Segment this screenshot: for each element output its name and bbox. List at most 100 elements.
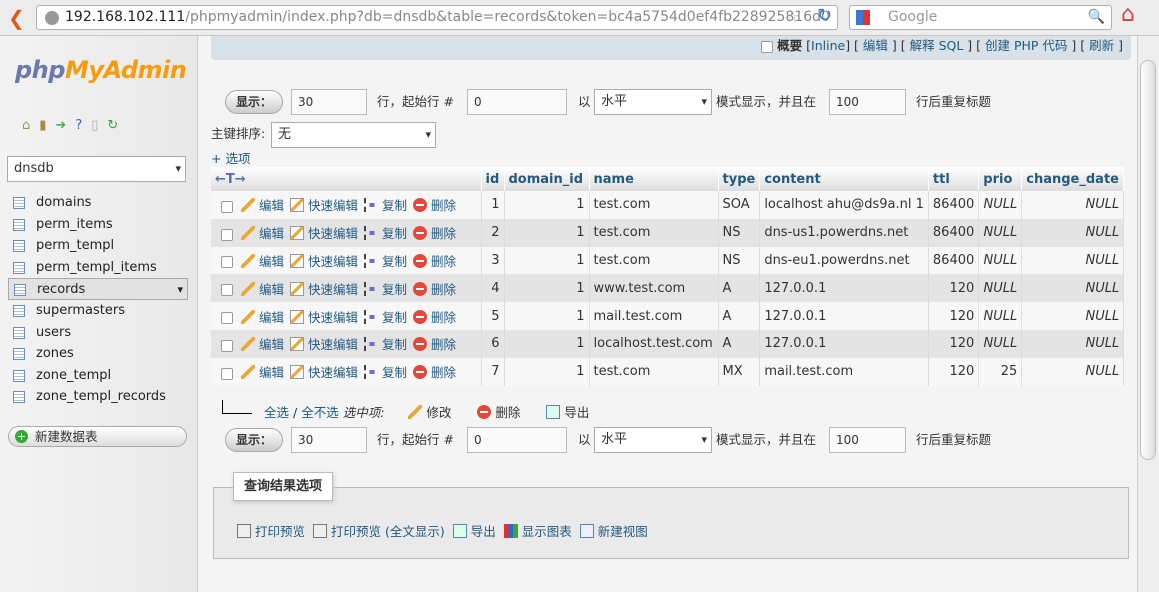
rows-input[interactable]: 30 [291, 89, 367, 115]
display-chart-link[interactable]: 显示图表 [503, 521, 572, 540]
create-php-code-link[interactable]: 创建 PHP 代码 [985, 38, 1067, 53]
column-header-ttl[interactable]: ttl [928, 167, 980, 191]
edit-link[interactable]: 编辑 [241, 226, 284, 241]
sidebar-item-perm-items[interactable]: perm_items [8, 214, 188, 236]
quick-edit-link[interactable]: 快速编辑 [290, 337, 358, 352]
search-input[interactable]: Google 🔍 [849, 5, 1112, 30]
cell-change-date[interactable]: NULL [1021, 329, 1125, 358]
cell-name[interactable]: mail.test.com [589, 302, 719, 330]
cell-content[interactable]: localhost ahu@ds9a.nl 1 [759, 191, 929, 219]
cell-content[interactable]: 127.0.0.1 [759, 302, 929, 330]
reload-icon[interactable]: ↻ [817, 5, 832, 26]
rows-input-bottom[interactable]: 30 [291, 427, 367, 453]
column-header-prio[interactable]: prio [978, 167, 1023, 191]
create-view-link[interactable]: 新建视图 [579, 521, 648, 540]
sidebar-item-zones[interactable]: zones [8, 343, 188, 365]
sidebar-item-perm-templ[interactable]: perm_templ [8, 235, 188, 257]
cell-domain-id[interactable]: 1 [504, 191, 590, 219]
cell-change-date[interactable]: NULL [1021, 302, 1125, 330]
cell-prio[interactable]: NULL [978, 329, 1023, 358]
cell-type[interactable]: A [718, 274, 761, 303]
column-header-change-date[interactable]: change_date [1021, 167, 1125, 191]
quick-edit-link[interactable]: 快速编辑 [290, 198, 358, 213]
print-view-full-link[interactable]: 打印预览 (全文显示) [313, 521, 445, 540]
cell-ttl[interactable]: 86400 [928, 246, 980, 275]
delete-link[interactable]: 删除 [413, 198, 456, 213]
logout-icon[interactable]: ▮ [39, 118, 46, 133]
row-checkbox[interactable] [221, 256, 233, 269]
quick-edit-link[interactable]: 快速编辑 [290, 226, 358, 241]
row-checkbox[interactable] [221, 367, 233, 380]
cell-content[interactable]: 127.0.0.1 [759, 274, 929, 303]
display-mode-select[interactable]: 水平 [594, 89, 712, 115]
repeat-headers-input[interactable]: 100 [829, 89, 906, 115]
database-select[interactable]: dnsdb [7, 156, 186, 182]
cell-name[interactable]: www.test.com [589, 274, 719, 303]
edit-link[interactable]: 编辑 [241, 309, 284, 325]
check-all-link[interactable]: 全选 [264, 405, 289, 420]
home-icon[interactable]: ⌂ [22, 118, 30, 133]
search-icon[interactable]: 🔍 [1088, 6, 1105, 29]
cell-prio[interactable]: NULL [978, 191, 1023, 219]
export-link[interactable]: 导出 [452, 521, 496, 540]
repeat-headers-input-bottom[interactable]: 100 [829, 427, 906, 453]
home-icon[interactable]: ⌂ [1121, 2, 1135, 27]
cell-prio[interactable]: NULL [978, 218, 1023, 247]
inline-edit-link[interactable]: Inline [811, 38, 845, 53]
delete-link[interactable]: 删除 [413, 226, 456, 241]
cell-ttl[interactable]: 120 [928, 274, 980, 303]
column-header-type[interactable]: type [718, 167, 761, 191]
cell-type[interactable]: A [718, 302, 761, 330]
sidebar-item-supermasters[interactable]: supermasters [8, 300, 188, 322]
docs-icon[interactable]: ▯ [91, 118, 98, 133]
cell-type[interactable]: MX [718, 357, 761, 386]
row-checkbox[interactable] [221, 228, 233, 241]
column-resize-handle[interactable]: ←T→ [211, 167, 482, 191]
cell-ttl[interactable]: 120 [928, 329, 980, 358]
column-header-name[interactable]: name [589, 167, 719, 191]
copy-link[interactable]: 复制 [364, 281, 407, 297]
cell-content[interactable]: dns-eu1.powerdns.net [759, 246, 929, 275]
bookmark-star-icon[interactable]: ☆ [785, 7, 799, 26]
show-button[interactable]: 显示： [225, 90, 284, 114]
cell-id[interactable]: 6 [481, 329, 505, 358]
cell-name[interactable]: test.com [589, 191, 719, 219]
explain-sql-link[interactable]: 解释 SQL [910, 38, 964, 53]
cell-type[interactable]: NS [718, 218, 761, 247]
uncheck-all-link[interactable]: 全不选 [301, 405, 339, 420]
cell-content[interactable]: 127.0.0.1 [759, 329, 929, 358]
column-header-content[interactable]: content [759, 167, 929, 191]
cell-ttl[interactable]: 86400 [928, 191, 980, 219]
copy-link[interactable]: 复制 [364, 365, 407, 380]
cell-prio[interactable]: NULL [978, 246, 1023, 275]
delete-link[interactable]: 删除 [413, 365, 456, 380]
cell-prio[interactable]: NULL [978, 302, 1023, 330]
new-table-button[interactable]: + 新建数据表 [8, 426, 187, 447]
start-row-input[interactable]: 0 [467, 89, 567, 115]
cell-domain-id[interactable]: 1 [504, 302, 590, 330]
profiling-checkbox[interactable] [761, 40, 774, 53]
cell-domain-id[interactable]: 1 [504, 329, 590, 358]
cell-id[interactable]: 4 [481, 274, 505, 303]
reload-icon[interactable]: ↻ [107, 118, 118, 133]
row-checkbox[interactable] [221, 200, 233, 213]
delete-link[interactable]: 删除 [413, 281, 456, 297]
cell-id[interactable]: 5 [481, 302, 505, 330]
cell-id[interactable]: 2 [481, 218, 505, 247]
show-button-bottom[interactable]: 显示： [225, 428, 284, 452]
copy-link[interactable]: 复制 [364, 198, 407, 213]
sort-select[interactable]: 无 [271, 122, 436, 148]
print-view-link[interactable]: 打印预览 [237, 521, 305, 540]
cell-id[interactable]: 7 [481, 357, 505, 386]
cell-domain-id[interactable]: 1 [504, 246, 590, 275]
bulk-change-button[interactable]: 修改 [408, 405, 451, 420]
sidebar-item-zone-templ[interactable]: zone_templ [8, 365, 188, 387]
logo[interactable]: phpMyAdmin [15, 56, 187, 84]
sidebar-item-records[interactable]: records [8, 278, 188, 301]
quick-edit-link[interactable]: 快速编辑 [290, 309, 358, 325]
url-bar[interactable]: 192.168.102.111/phpmyadmin/index.php?db=… [36, 5, 838, 30]
edit-link[interactable]: 编辑 [241, 253, 284, 269]
copy-link[interactable]: 复制 [364, 337, 407, 352]
cell-type[interactable]: SOA [718, 191, 761, 219]
cell-domain-id[interactable]: 1 [504, 357, 590, 386]
